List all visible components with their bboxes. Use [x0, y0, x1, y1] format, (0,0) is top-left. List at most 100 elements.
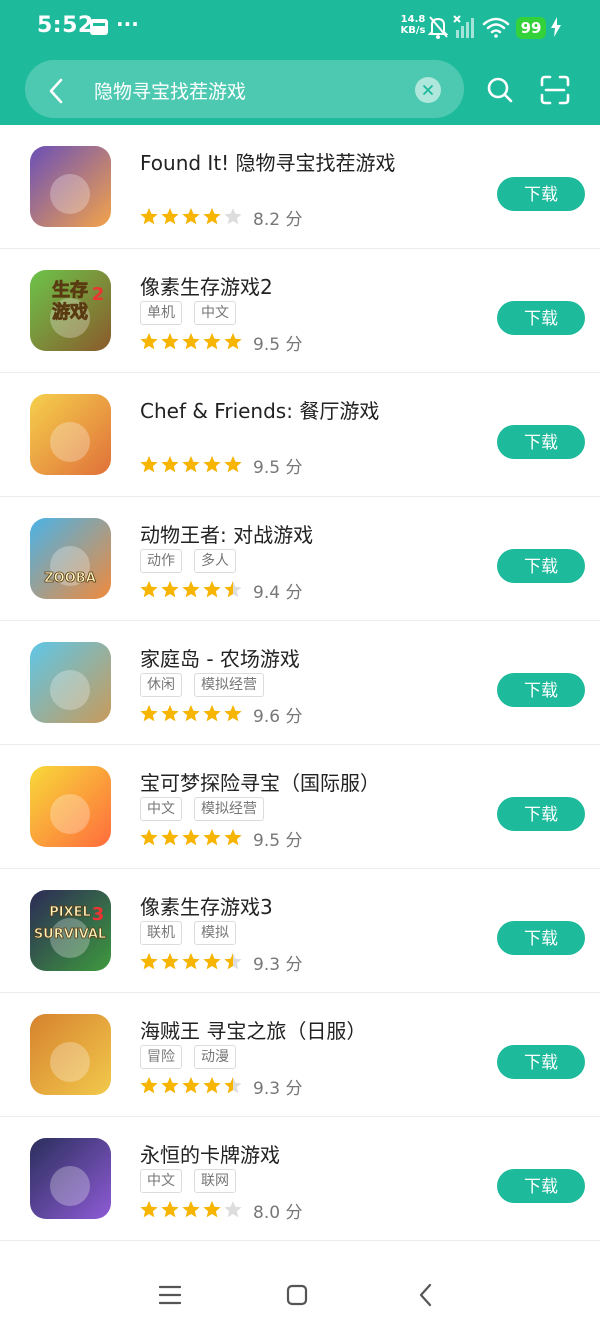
app-tags: 单机 中文	[140, 301, 248, 325]
star-filled	[182, 333, 200, 350]
star	[224, 1201, 242, 1218]
star-filled	[182, 1201, 200, 1218]
app-name[interactable]: Found It! 隐物寻宝找茬游戏	[140, 147, 396, 176]
star-filled	[203, 829, 221, 846]
signal-icon	[453, 15, 474, 38]
app-tag: 中文	[140, 1169, 182, 1193]
app-icon[interactable]: PIXEL SURVIVAL 3	[30, 890, 111, 971]
app-name[interactable]: 宝可梦探险寻宝（国际服）	[140, 767, 380, 796]
app-row[interactable]: 永恒的卡牌游戏 中文 联网 8.0 分下载	[0, 1117, 600, 1241]
download-button[interactable]: 下载	[497, 549, 585, 583]
app-icon[interactable]	[30, 1138, 111, 1219]
status-time: 5:52	[37, 13, 94, 38]
app-score: 9.5 分	[253, 826, 302, 851]
back-chevron-icon[interactable]	[46, 77, 66, 105]
app-tag: 模拟	[194, 921, 236, 945]
clear-search-button[interactable]	[415, 77, 441, 103]
app-score-unit: 分	[285, 831, 303, 851]
app-name[interactable]: 像素生存游戏3	[140, 891, 273, 920]
download-button[interactable]: 下载	[497, 921, 585, 955]
download-button[interactable]: 下载	[497, 673, 585, 707]
app-icon[interactable]: ZOOBA	[30, 518, 111, 599]
app-name[interactable]: 动物王者: 对战游戏	[140, 519, 313, 548]
battery-level: 99	[516, 17, 546, 39]
back-icon[interactable]	[417, 1283, 435, 1307]
star-filled	[224, 456, 242, 473]
clear-icon	[423, 85, 433, 95]
status-bar: 5:52 ··· 14.8 KB/s 99	[0, 0, 600, 56]
app-tag: 动漫	[194, 1045, 236, 1069]
download-button[interactable]: 下载	[497, 177, 585, 211]
app-row[interactable]: Found It! 隐物寻宝找茬游戏 8.2 分 下载	[0, 125, 600, 249]
app-score-value: 9.3	[253, 1079, 281, 1099]
search-icon[interactable]	[486, 76, 514, 104]
app-tag: 休闲	[140, 673, 182, 697]
star-filled	[182, 705, 200, 722]
star-filled	[161, 1201, 179, 1218]
app-row[interactable]: 宝可梦探险寻宝（国际服） 中文 模拟经营 9.5 分 下载	[0, 745, 600, 869]
app-score: 9.4 分	[253, 578, 302, 603]
download-button[interactable]: 下载	[497, 1169, 585, 1203]
app-score: 9.5 分	[253, 330, 302, 355]
app-score-unit: 分	[285, 210, 303, 230]
app-icon[interactable]: 生存 游戏 2	[30, 270, 111, 351]
star-filled	[203, 456, 221, 473]
app-row[interactable]: ZOOBA 动物王者: 对战游戏 动作 多人 9.4 分下载	[0, 497, 600, 621]
app-row[interactable]: PIXEL SURVIVAL 3 像素生存游戏3 联机 模拟 9.3 分下载	[0, 869, 600, 993]
search-input[interactable]	[94, 74, 404, 106]
icon-art-badge: 2	[92, 284, 105, 305]
app-name[interactable]: Chef & Friends: 餐厅游戏	[140, 395, 379, 424]
star-filled	[161, 705, 179, 722]
star-filled	[140, 333, 158, 350]
star-filled	[161, 1077, 179, 1094]
app-tags: 联机 模拟	[140, 921, 248, 945]
star-filled	[182, 208, 200, 225]
search-results-list: Found It! 隐物寻宝找茬游戏 8.2 分下载 生存 游戏 2 像素生存游戏2 单机中…	[0, 125, 600, 1241]
app-score-unit: 分	[285, 707, 303, 727]
app-name[interactable]: 海贼王 寻宝之旅（日服）	[140, 1015, 366, 1044]
star-filled	[182, 581, 200, 598]
app-icon[interactable]	[30, 394, 111, 475]
app-tag: 联网	[194, 1169, 236, 1193]
app-score-value: 9.5	[253, 458, 281, 478]
app-tag: 动作	[140, 549, 182, 573]
app-score: 8.0 分	[253, 1198, 302, 1223]
download-button[interactable]: 下载	[497, 425, 585, 459]
download-button[interactable]: 下载	[497, 1045, 585, 1079]
app-tag: 中文	[140, 797, 182, 821]
app-row[interactable]: 生存 游戏 2 像素生存游戏2 单机 中文 9.5 分 下载	[0, 249, 600, 373]
star-filled	[203, 208, 221, 225]
app-icon[interactable]	[30, 642, 111, 723]
download-button[interactable]: 下载	[497, 797, 585, 831]
app-name[interactable]: 永恒的卡牌游戏	[140, 1139, 280, 1168]
star-rating-icon	[140, 1077, 242, 1094]
app-score-unit: 分	[285, 1079, 303, 1099]
app-score-value: 8.2	[253, 210, 281, 230]
app-row[interactable]: 家庭岛 - 农场游戏 休闲 模拟经营 9.6 分 下载	[0, 621, 600, 745]
menu-icon[interactable]	[159, 1284, 181, 1306]
star-filled	[161, 953, 179, 970]
calendar-notification-icon	[90, 19, 108, 35]
network-speed-unit: KB/s	[400, 25, 426, 36]
app-tag: 单机	[140, 301, 182, 325]
app-tags: 中文 联网	[140, 1169, 248, 1193]
scan-icon[interactable]	[540, 75, 570, 105]
star-filled	[182, 953, 200, 970]
download-button[interactable]: 下载	[497, 301, 585, 335]
app-icon[interactable]	[30, 1014, 111, 1095]
app-row[interactable]: Chef & Friends: 餐厅游戏 9.5 分 下载	[0, 373, 600, 497]
star-filled	[203, 705, 221, 722]
app-icon[interactable]	[30, 146, 111, 227]
app-name[interactable]: 家庭岛 - 农场游戏	[140, 643, 300, 672]
app-name[interactable]: 像素生存游戏2	[140, 271, 273, 300]
app-score-unit: 分	[285, 1203, 303, 1223]
app-row[interactable]: 海贼王 寻宝之旅（日服） 冒险 动漫 9.3 分下载	[0, 993, 600, 1117]
star-rating-icon	[140, 829, 242, 846]
star-filled	[224, 333, 242, 350]
home-icon[interactable]	[286, 1284, 308, 1306]
network-speed: 14.8 KB/s	[398, 14, 428, 36]
mute-bell-icon	[428, 16, 449, 39]
wifi-icon	[482, 17, 510, 38]
star-filled	[140, 953, 158, 970]
app-icon[interactable]	[30, 766, 111, 847]
